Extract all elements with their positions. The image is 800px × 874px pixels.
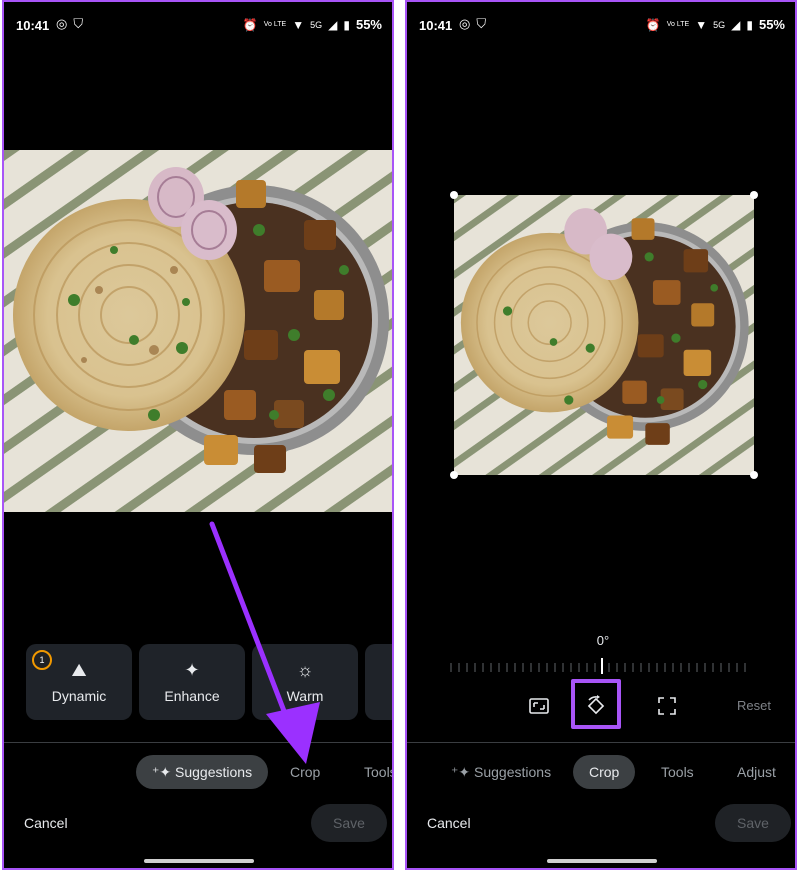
crop-handle-bottom-right[interactable] xyxy=(750,471,758,479)
crop-handle-bottom-left[interactable] xyxy=(450,471,458,479)
battery-icon: ▮ xyxy=(343,17,350,32)
volte-indicator: Vo LTE xyxy=(263,21,287,28)
sparkle-icon: ⁺✦ xyxy=(152,764,176,780)
mountain-icon: ⛰ xyxy=(71,660,87,680)
network-type: 5G xyxy=(713,19,726,30)
food-photo xyxy=(4,150,392,512)
tab-suggestions[interactable]: ⁺✦ Suggestions xyxy=(136,755,269,789)
rotation-angle: 0° xyxy=(596,633,610,648)
network-type: 5G xyxy=(310,19,323,30)
status-time: 10:41 xyxy=(16,18,50,33)
whatsapp-icon: ◎ xyxy=(459,16,471,31)
crop-photo[interactable] xyxy=(454,195,754,475)
battery-icon: ▮ xyxy=(746,17,753,32)
shield-icon: ⛉ xyxy=(73,16,84,31)
warm-label: Warm xyxy=(286,688,324,704)
tab-suggestions-label: Suggestions xyxy=(474,764,552,780)
tab-crop[interactable]: Crop xyxy=(274,755,336,789)
tab-adjust[interactable]: Adjust xyxy=(721,755,792,789)
right-phone-screen: 10:41 ◎ ⛉ ⏰ Vo LTE ▼ 5G ◢ ▮ 55% 0° Reset… xyxy=(405,0,797,870)
free-crop-button[interactable] xyxy=(649,688,685,724)
save-button[interactable]: Save xyxy=(715,804,791,842)
chip-badge: 1 xyxy=(32,650,52,670)
signal-icon: ◢ xyxy=(328,17,338,32)
reset-button[interactable]: Reset xyxy=(737,698,771,713)
tab-suggestions-label: Suggestions xyxy=(175,764,253,780)
status-time: 10:41 xyxy=(419,18,453,33)
cancel-button[interactable]: Cancel xyxy=(427,815,471,831)
home-indicator[interactable] xyxy=(547,859,657,863)
cancel-button[interactable]: Cancel xyxy=(24,815,68,831)
tab-tools[interactable]: Tools xyxy=(645,755,710,789)
status-bar: 10:41 ◎ ⛉ ⏰ Vo LTE ▼ 5G ◢ ▮ 55% xyxy=(4,2,392,48)
alarm-icon: ⏰ xyxy=(645,17,661,32)
battery-percent: 55% xyxy=(355,17,382,32)
alarm-icon: ⏰ xyxy=(242,17,258,32)
sun-icon: ☼ xyxy=(296,660,314,680)
divider xyxy=(4,742,392,743)
signal-icon: ◢ xyxy=(731,17,741,32)
sparkle-icon: ⁺✦ xyxy=(451,764,475,780)
sparkle-icon: ✦ xyxy=(184,660,200,680)
tab-crop[interactable]: Crop xyxy=(573,755,636,789)
dynamic-label: Dynamic xyxy=(51,688,107,704)
volte-indicator: Vo LTE xyxy=(666,21,690,28)
divider xyxy=(407,742,795,743)
whatsapp-icon: ◎ xyxy=(56,16,68,31)
warm-chip[interactable]: ☼ Warm xyxy=(252,644,358,720)
crop-handle-top-right[interactable] xyxy=(750,191,758,199)
aspect-ratio-button[interactable] xyxy=(521,688,557,724)
rotation-ruler[interactable] xyxy=(449,658,753,674)
shield-icon: ⛉ xyxy=(476,16,487,31)
left-phone-screen: 10:41 ◎ ⛉ ⏰ Vo LTE ▼ 5G ◢ ▮ 55% ⛰ Dynami… xyxy=(2,0,394,870)
enhance-chip[interactable]: ✦ Enhance xyxy=(139,644,245,720)
battery-percent: 55% xyxy=(758,17,785,32)
crop-handle-top-left[interactable] xyxy=(450,191,458,199)
rotate-button[interactable] xyxy=(578,688,614,724)
expand-icon xyxy=(658,697,676,715)
more-chip[interactable] xyxy=(365,644,392,720)
wifi-icon: ▼ xyxy=(292,17,305,32)
enhance-label: Enhance xyxy=(164,688,220,704)
home-indicator[interactable] xyxy=(144,859,254,863)
status-bar: 10:41 ◎ ⛉ ⏰ Vo LTE ▼ 5G ◢ ▮ 55% xyxy=(407,2,795,48)
tab-tools[interactable]: Tools xyxy=(348,755,392,789)
rotate-icon xyxy=(587,695,605,715)
wifi-icon: ▼ xyxy=(695,17,708,32)
aspect-ratio-icon xyxy=(529,698,549,714)
save-button[interactable]: Save xyxy=(311,804,387,842)
tab-suggestions[interactable]: ⁺✦ Suggestions xyxy=(435,755,567,789)
